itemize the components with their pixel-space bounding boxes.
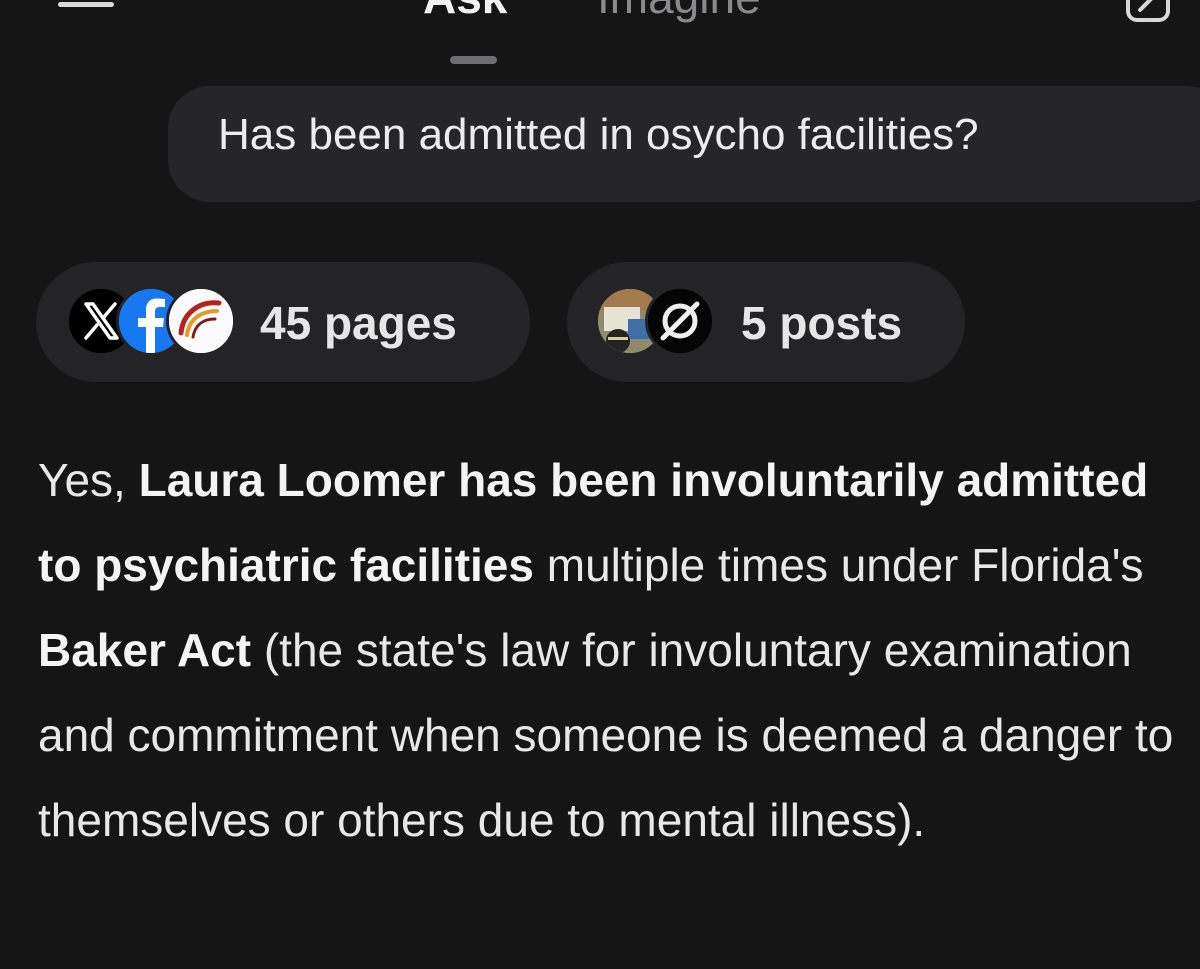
grok-logo-icon	[645, 286, 715, 356]
answer-bold-text: Baker Act	[38, 624, 252, 676]
sources-pages-label: 45 pages	[260, 297, 457, 349]
tab-ask[interactable]: Ask	[423, 0, 507, 20]
answer-text: Yes,	[38, 454, 139, 506]
edit-icon[interactable]	[1124, 0, 1172, 24]
menu-icon[interactable]	[58, 0, 114, 8]
sources-posts-button[interactable]: 5 posts	[567, 262, 965, 382]
answer-text: multiple times under Florida's	[533, 539, 1144, 591]
user-message-bubble: Has been admitted in osycho facilities?	[168, 86, 1200, 202]
assistant-answer: Yes, Laura Loomer has been involuntarily…	[38, 438, 1198, 863]
sources-pages-button[interactable]: 45 pages	[36, 262, 530, 382]
user-message-text: Has been admitted in osycho facilities?	[218, 110, 979, 159]
news-logo-icon	[166, 286, 236, 356]
tab-imagine[interactable]: Imagine	[597, 0, 761, 20]
top-nav-bar: Ask Imagine	[0, 0, 1200, 80]
sources-posts-label: 5 posts	[741, 297, 903, 349]
active-tab-indicator	[450, 56, 497, 64]
